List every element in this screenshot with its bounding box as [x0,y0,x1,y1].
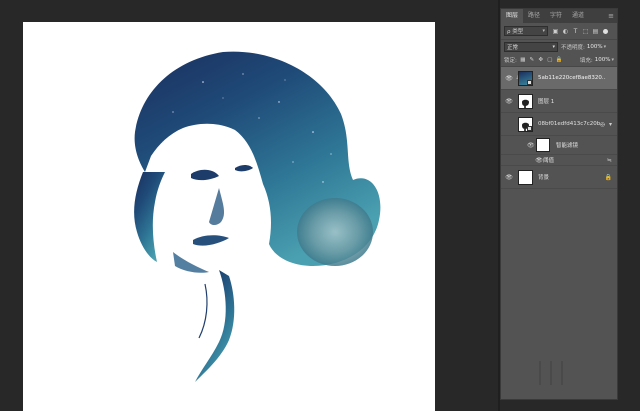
right-eye [235,165,253,172]
lock-icon: 🔒 [604,173,612,181]
panel-empty-area [501,343,617,399]
visibility-eye-icon[interactable]: 👁 [527,142,535,149]
expand-collapse-icon[interactable]: ▾ [609,121,612,128]
blend-mode-select[interactable]: 正常 ▾ [504,42,558,52]
nebula-cloud [297,198,373,266]
left-hair-strands [134,172,165,262]
tab-character[interactable]: 字符 [545,9,567,23]
opacity-value[interactable]: 100% [587,44,603,50]
adjustment-filter-icon[interactable]: ◐ [562,28,569,35]
lock-image-pixels-icon[interactable]: ✎ [529,57,535,63]
filter-blending-options-icon[interactable]: ≒ [607,157,612,164]
layer-name[interactable]: 5ab11e220cef8ae8320... [538,75,606,81]
lock-all-icon[interactable]: 🔒 [556,57,563,63]
fill-value[interactable]: 100% [595,57,611,63]
lips [193,235,229,246]
tab-paths[interactable]: 路径 [523,9,545,23]
chevron-down-icon: ▾ [542,28,545,34]
layer-row-threshold-filter[interactable]: 👁 阈值 ≒ [501,155,617,166]
layer-name[interactable]: 背景 [538,173,549,181]
neck-shadow [195,270,235,382]
fill-label: 填充: [579,58,593,64]
fill-dropdown-icon[interactable]: ▾ [611,57,614,63]
neck-line [198,283,208,339]
layer-row-layer-1[interactable]: 👁 图层 1 [501,90,617,113]
layer-thumbnail [518,93,533,109]
lock-artboard-icon[interactable]: ▢ [547,57,553,63]
lock-transparent-pixels-icon[interactable]: ▦ [520,57,526,63]
lock-position-icon[interactable]: ✥ [538,57,544,63]
nose-shadow [209,188,225,225]
image-filter-icon[interactable]: ▣ [552,28,559,35]
smart-object-badge-icon [527,79,532,85]
galaxy-portrait-artwork [134,51,381,382]
shape-filter-icon[interactable]: ⬚ [582,28,589,35]
document-workspace [0,0,498,411]
layer-name[interactable]: 图层 1 [538,97,554,105]
chevron-down-icon: ▾ [552,44,555,50]
layers-panel: 图层 路径 字符 通道 ≡ ρ 类型 ▾ ▣ ◐ T ⬚ ▤ 正常 ▾ 不透明度… [500,8,618,400]
layer-row-background[interactable]: 👁 背景 🔒 [501,166,617,189]
portrait-thumbnail-icon [522,99,529,108]
layer-name[interactable]: 阈值 [543,156,554,164]
layer-thumbnail [518,169,533,185]
layer-name[interactable]: 智能滤镜 [556,141,578,149]
tab-channels[interactable]: 通道 [567,9,589,23]
smart-object-badge-icon [527,125,532,131]
panel-tab-bar: 图层 路径 字符 通道 ≡ [501,9,617,23]
filter-mask-thumbnail[interactable] [536,138,550,152]
layer-thumbnail [518,70,533,86]
jaw-shadow [173,252,209,273]
layer-thumbnail [518,116,533,132]
opacity-dropdown-icon[interactable]: ▾ [604,44,607,50]
lock-label: 锁定: [504,58,517,64]
visibility-eye-icon[interactable]: 👁 [505,174,513,181]
panel-scroll-decoration [539,361,563,385]
right-dock-strip [620,0,640,411]
visibility-eye-icon[interactable]: 👁 [535,157,543,164]
layer-list: 👁 ↓ 5ab11e220cef8ae8320... 👁 图层 1 08bf01… [501,67,617,189]
layer-name[interactable]: 08bf01edfd413c7c20b... [538,121,606,127]
layer-filter-row: ρ 类型 ▾ ▣ ◐ T ⬚ ▤ [501,23,617,40]
panel-menu-icon[interactable]: ≡ [608,12,614,20]
visibility-eye-icon[interactable]: 👁 [505,75,513,82]
layer-row-smart-filters[interactable]: 👁 智能滤镜 [501,136,617,155]
tab-layers[interactable]: 图层 [501,9,524,23]
type-filter-icon[interactable]: T [572,28,579,35]
filter-effects-icon[interactable]: ◎ [600,121,605,128]
blend-mode-value: 正常 [507,45,519,51]
layer-row-smart-object[interactable]: 08bf01edfd413c7c20b... ◎ ▾ [501,113,617,136]
blend-opacity-row: 正常 ▾ 不透明度: 100% ▾ [501,40,617,54]
left-eye [191,169,219,181]
filter-toggle-icon[interactable] [603,28,608,34]
visibility-eye-icon[interactable]: 👁 [505,98,513,105]
document-canvas[interactable] [23,22,435,411]
layer-row-galaxy[interactable]: 👁 ↓ 5ab11e220cef8ae8320... [501,67,617,90]
smart-object-filter-icon[interactable]: ▤ [592,28,599,35]
filter-kind-select[interactable]: ρ 类型 ▾ [504,26,548,36]
opacity-label: 不透明度: [561,45,585,51]
filter-kind-label: ρ 类型 [507,29,524,35]
lock-fill-row: 锁定: ▦ ✎ ✥ ▢ 🔒 填充: 100% ▾ [501,54,617,67]
